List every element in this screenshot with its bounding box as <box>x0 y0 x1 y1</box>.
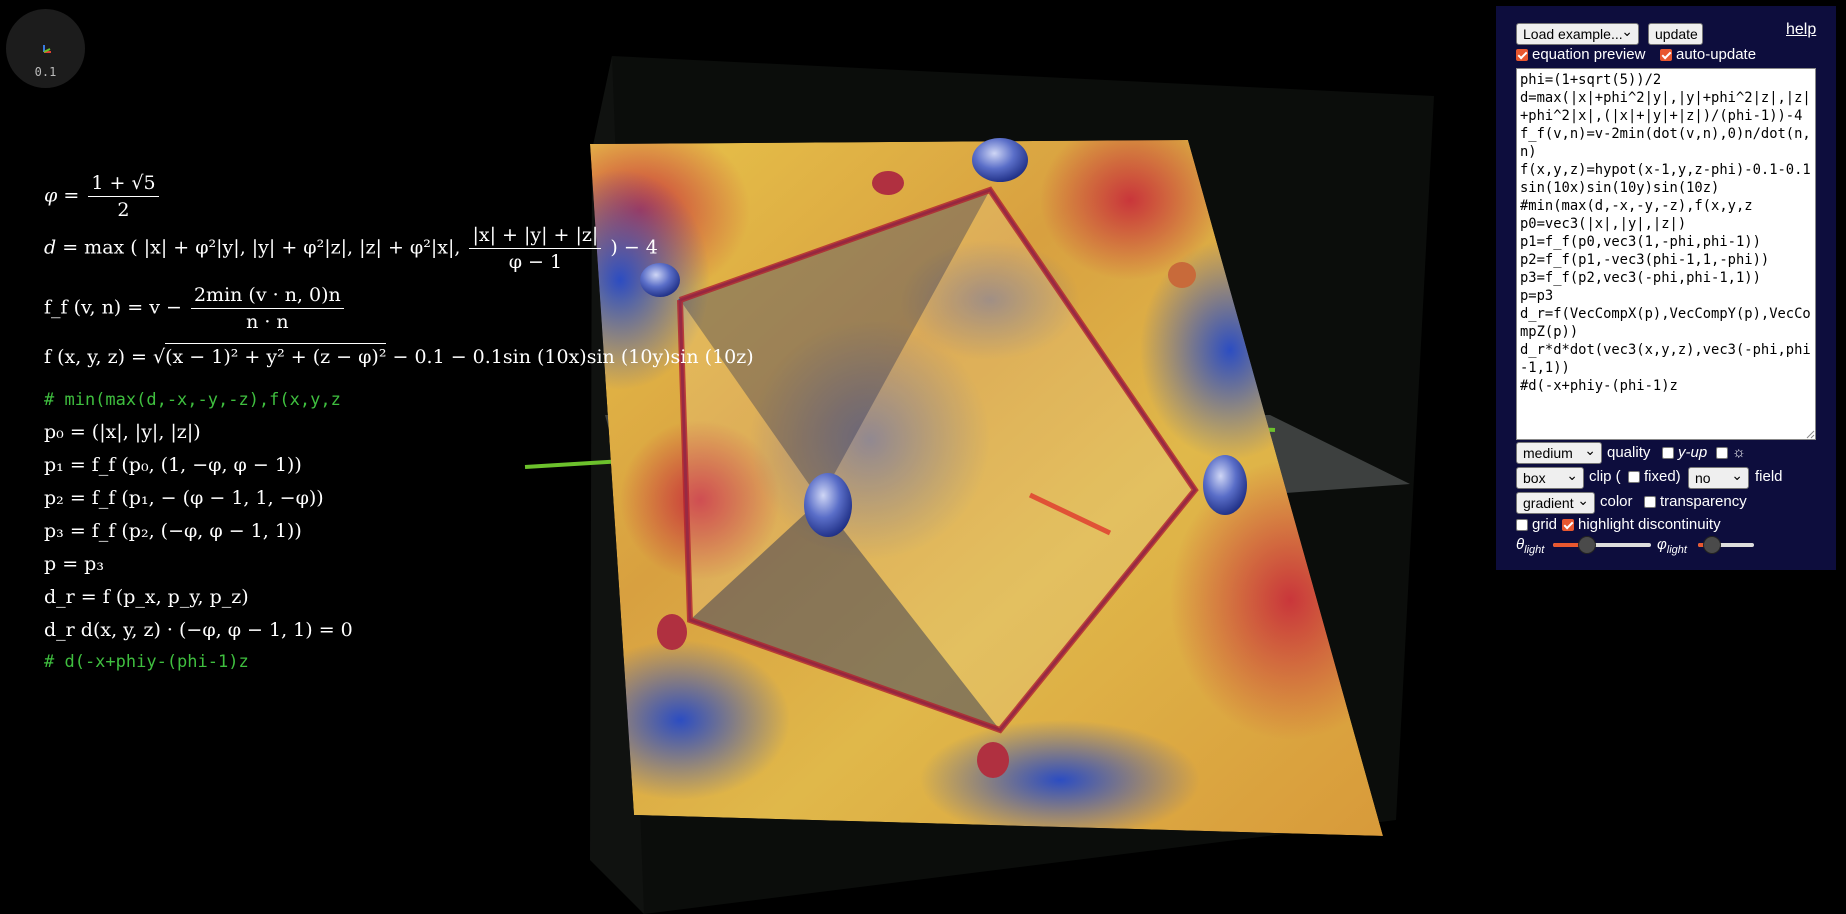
checkbox[interactable] <box>1716 447 1728 459</box>
eq-comment: # d(-x+phiy-(phi-1)z <box>44 652 249 672</box>
control-panel: Load example... update help equation pre… <box>1496 6 1836 570</box>
y-up-toggle[interactable]: y-up <box>1662 444 1707 461</box>
checkbox[interactable] <box>1662 447 1674 459</box>
surface-lobe <box>977 742 1009 778</box>
surface-lobe <box>872 171 904 195</box>
help-link[interactable]: help <box>1786 21 1816 39</box>
eq-d: d = max ( |x| + φ²|y|, |y| + φ²|z|, |z| … <box>44 224 658 273</box>
eq-p: p = p₃ <box>44 553 104 575</box>
phi-light-slider[interactable] <box>1698 536 1754 554</box>
color-select[interactable]: gradient <box>1516 490 1595 514</box>
quality-label: quality <box>1607 444 1651 461</box>
eq-ff: f_f (v, n) = v − 2min (v · n, 0)n n · n <box>44 284 347 333</box>
surface-lobe <box>804 473 852 537</box>
theta-light-slider[interactable] <box>1553 536 1651 554</box>
sun-icon: ☼ <box>1732 444 1746 461</box>
sun-toggle[interactable]: ☼ <box>1716 444 1746 461</box>
clip-label: clip ( <box>1589 468 1621 485</box>
resize-handle-icon[interactable] <box>1806 430 1815 439</box>
eq-p3: p₃ = f_f (p₂, (−φ, φ − 1, 1)) <box>44 520 302 542</box>
highlight-discontinuity-toggle[interactable]: highlight discontinuity <box>1562 516 1721 533</box>
grid-toggle[interactable]: grid <box>1516 516 1557 533</box>
quality-select[interactable]: medium <box>1516 440 1602 464</box>
surface-lobe <box>1203 455 1247 515</box>
checkbox[interactable] <box>1516 519 1528 531</box>
checkbox[interactable] <box>1628 471 1640 483</box>
checkbox[interactable] <box>1516 49 1528 61</box>
auto-update-toggle[interactable]: auto-update <box>1660 46 1756 63</box>
slider-thumb[interactable] <box>1578 536 1597 554</box>
eq-f: f (x, y, z) = √(x − 1)² + y² + (z − φ)² … <box>44 343 754 368</box>
update-button[interactable]: update <box>1648 23 1703 45</box>
equation-editor[interactable] <box>1516 68 1816 440</box>
fixed-toggle[interactable]: fixed) <box>1628 468 1681 485</box>
surface-lobe <box>1168 262 1196 288</box>
theta-light-label: θlight <box>1516 536 1545 556</box>
eq-phi: φ = 1 + √5 2 <box>44 172 162 221</box>
slider-thumb[interactable] <box>1703 536 1721 554</box>
eq-final: d_r d(x, y, z) · (−φ, φ − 1, 1) = 0 <box>44 619 353 641</box>
eq-comment: # min(max(d,-x,-y,-z),f(x,y,z <box>44 390 341 410</box>
phi-light-label: φlight <box>1657 536 1687 556</box>
color-label: color <box>1600 493 1633 510</box>
surface-lobe <box>972 138 1028 182</box>
field-select[interactable]: no <box>1688 465 1749 489</box>
surface-lobe <box>657 614 687 650</box>
eq-p2: p₂ = f_f (p₁, − (φ − 1, 1, −φ)) <box>44 487 324 509</box>
checkbox[interactable] <box>1660 49 1672 61</box>
example-select[interactable]: Load example... <box>1516 21 1639 45</box>
clip-select[interactable]: box <box>1516 465 1584 489</box>
eq-p1: p₁ = f_f (p₀, (1, −φ, φ − 1)) <box>44 454 302 476</box>
checkbox[interactable] <box>1562 519 1574 531</box>
eq-p0: p₀ = (|x|, |y|, |z|) <box>44 421 201 443</box>
transparency-toggle[interactable]: transparency <box>1644 493 1747 510</box>
zoom-scale: 0.1 <box>34 65 57 79</box>
eq-dr: d_r = f (p_x, p_y, p_z) <box>44 586 249 608</box>
equation-preview-toggle[interactable]: equation preview <box>1516 46 1645 63</box>
field-label: field <box>1755 468 1783 485</box>
axis-gizmo[interactable]: 0.1 <box>6 9 85 88</box>
checkbox[interactable] <box>1644 496 1656 508</box>
